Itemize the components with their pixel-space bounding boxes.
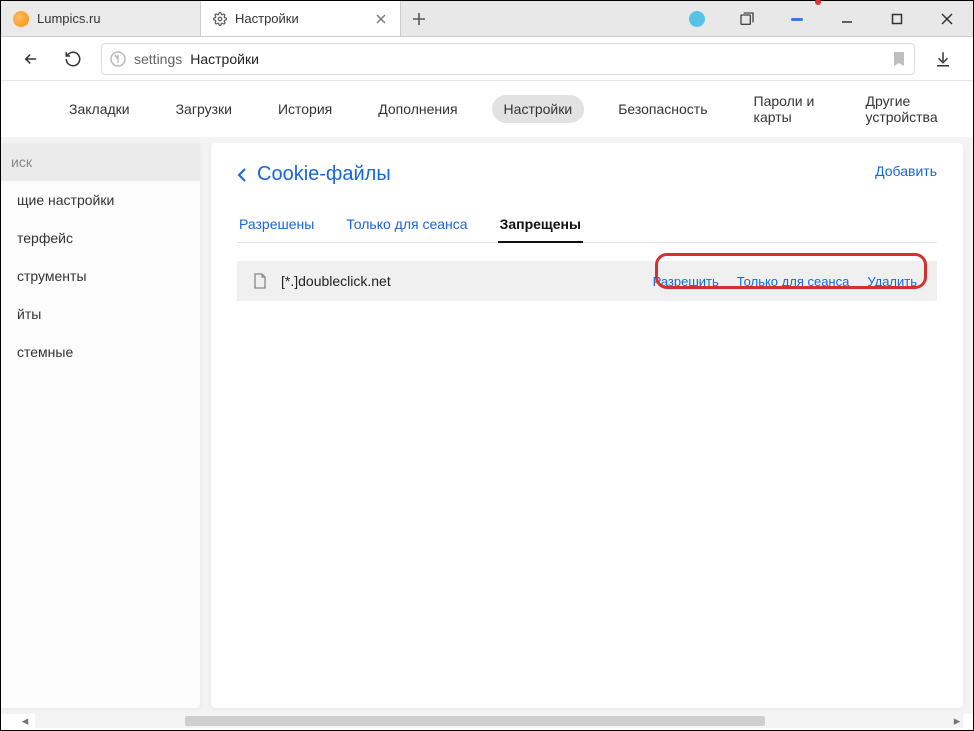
omnibox-title: Настройки: [190, 51, 259, 67]
assistant-button[interactable]: [677, 1, 717, 37]
maximize-button[interactable]: [877, 1, 917, 37]
back-button[interactable]: [17, 45, 45, 73]
omnibox-prefix: settings: [134, 51, 182, 67]
reload-button[interactable]: [59, 45, 87, 73]
downloads-button[interactable]: [929, 45, 957, 73]
add-button[interactable]: Добавить: [875, 163, 937, 179]
orange-circle-icon: [13, 11, 29, 27]
topmenu-downloads[interactable]: Загрузки: [164, 95, 244, 123]
tab-label: Lumpics.ru: [37, 11, 188, 26]
sidebar-item-tools[interactable]: струменты: [1, 257, 200, 295]
close-icon[interactable]: [374, 12, 388, 26]
scroll-thumb[interactable]: [185, 716, 765, 726]
close-window-button[interactable]: [927, 1, 967, 37]
scroll-right-arrow[interactable]: ▸: [949, 714, 965, 728]
cookie-actions: Разрешить Только для сеанса Удалить: [653, 274, 917, 289]
sidebar-item-general[interactable]: щие настройки: [1, 181, 200, 219]
sidebar-item-system[interactable]: стемные: [1, 333, 200, 371]
sidebar: иск щие настройки терфейс струменты йты …: [1, 143, 201, 708]
sidebar-search-text: иск: [11, 154, 32, 170]
subtab-session[interactable]: Только для сеанса: [344, 208, 469, 242]
settings-top-menu: Закладки Загрузки История Дополнения Нас…: [1, 81, 973, 137]
cookie-row[interactable]: [*.]doubleclick.net Разрешить Только для…: [237, 261, 937, 301]
cookie-domain: [*.]doubleclick.net: [281, 273, 653, 289]
heading-text: Cookie-файлы: [257, 163, 391, 186]
topmenu-passwords[interactable]: Пароли и карты: [742, 87, 832, 131]
file-icon: [253, 273, 267, 289]
tab-strip: Lumpics.ru Настройки: [1, 1, 973, 37]
sidebar-search[interactable]: иск: [1, 143, 200, 181]
address-bar: settings Настройки: [1, 37, 973, 81]
extensions-button[interactable]: [777, 1, 817, 37]
page-heading[interactable]: Cookie-файлы: [237, 163, 937, 186]
topmenu-settings[interactable]: Настройки: [492, 95, 585, 123]
topmenu-history[interactable]: История: [266, 95, 344, 123]
topmenu-bookmarks[interactable]: Закладки: [57, 95, 142, 123]
topmenu-security[interactable]: Безопасность: [606, 95, 719, 123]
tab-lumpics[interactable]: Lumpics.ru: [1, 1, 201, 36]
topmenu-addons[interactable]: Дополнения: [366, 95, 469, 123]
tab-settings[interactable]: Настройки: [201, 1, 401, 36]
collections-button[interactable]: [727, 1, 767, 37]
sidebar-item-sites[interactable]: йты: [1, 295, 200, 333]
new-tab-button[interactable]: [401, 1, 437, 36]
action-session[interactable]: Только для сеанса: [737, 274, 850, 289]
subtab-allowed[interactable]: Разрешены: [237, 208, 316, 242]
circle-blue-icon: [689, 11, 705, 27]
main-panel: Cookie-файлы Добавить Разрешены Только д…: [211, 143, 963, 708]
horizontal-scrollbar[interactable]: ◂ ▸: [35, 714, 963, 728]
topmenu-devices[interactable]: Другие устройства: [854, 87, 956, 131]
subtab-blocked[interactable]: Запрещены: [498, 208, 583, 242]
omnibox[interactable]: settings Настройки: [101, 43, 915, 75]
scroll-left-arrow[interactable]: ◂: [17, 714, 33, 728]
content-body: иск щие настройки терфейс струменты йты …: [1, 137, 973, 714]
yandex-logo-icon: [110, 51, 126, 67]
action-allow[interactable]: Разрешить: [653, 274, 719, 289]
gear-icon: [213, 12, 227, 26]
sidebar-item-interface[interactable]: терфейс: [1, 219, 200, 257]
subtabs: Разрешены Только для сеанса Запрещены: [237, 208, 937, 243]
chevron-left-icon: [237, 167, 247, 183]
bookmark-icon[interactable]: [892, 51, 906, 67]
tab-label: Настройки: [235, 11, 366, 26]
action-delete[interactable]: Удалить: [867, 274, 917, 289]
minimize-button[interactable]: [827, 1, 867, 37]
